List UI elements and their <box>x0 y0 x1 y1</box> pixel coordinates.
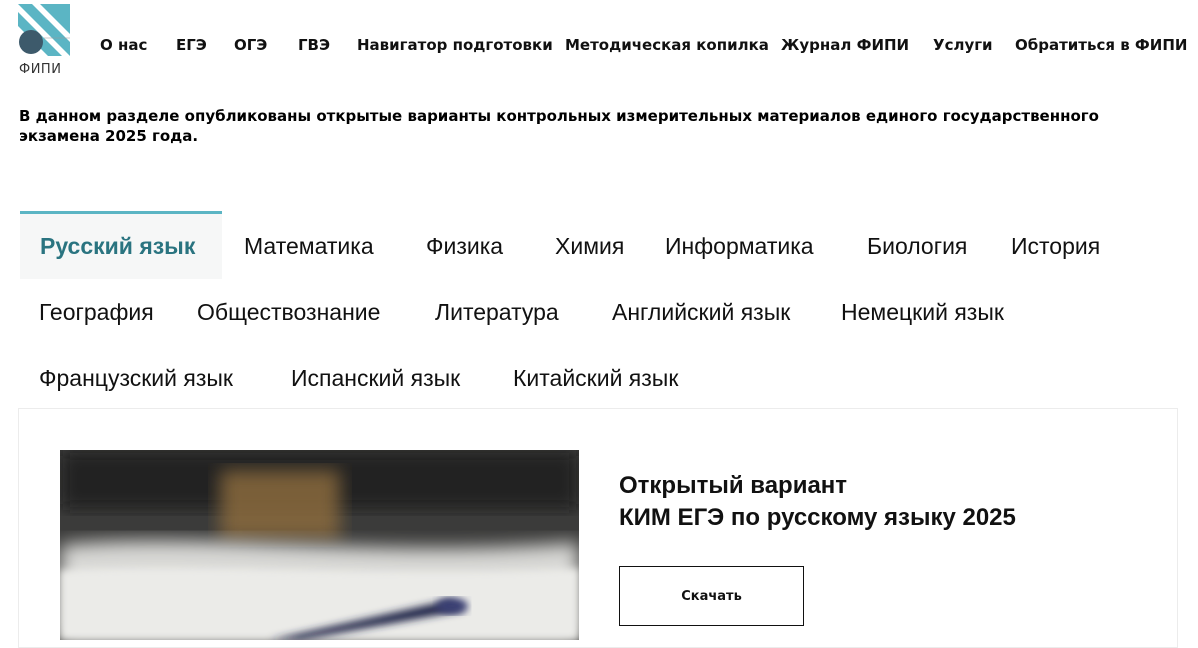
tab-german[interactable]: Немецкий язык <box>841 297 1004 327</box>
tab-literature[interactable]: Литература <box>435 297 559 327</box>
tab-physics[interactable]: Физика <box>426 231 503 261</box>
card-title: Открытый вариант КИМ ЕГЭ по русскому язы… <box>619 470 1016 534</box>
tab-chinese[interactable]: Китайский язык <box>513 363 678 393</box>
tab-math[interactable]: Математика <box>244 231 374 261</box>
tab-social-studies[interactable]: Обществознание <box>197 297 380 327</box>
tab-history[interactable]: История <box>1011 231 1100 261</box>
tab-french[interactable]: Французский язык <box>39 363 233 393</box>
tab-russian[interactable]: Русский язык <box>40 231 195 261</box>
tab-biology[interactable]: Биология <box>867 231 967 261</box>
pen-on-paper-image <box>60 450 579 640</box>
nav-item-contact[interactable]: Обратиться в ФИПИ <box>1015 34 1187 56</box>
nav-item-ege[interactable]: ЕГЭ <box>176 34 207 56</box>
card-title-line2: КИМ ЕГЭ по русскому языку 2025 <box>619 504 1016 531</box>
exam-photo <box>60 450 579 640</box>
nav-item-navigator[interactable]: Навигатор подготовки <box>357 34 553 56</box>
tab-geography[interactable]: География <box>39 297 154 327</box>
nav-item-about[interactable]: О нас <box>100 34 147 56</box>
card-title-line1: Открытый вариант <box>619 472 848 499</box>
nav-item-methodical[interactable]: Методическая копилка <box>565 34 769 56</box>
nav-item-oge[interactable]: ОГЭ <box>234 34 267 56</box>
download-button[interactable]: Скачать <box>619 566 804 626</box>
intro-text: В данном разделе опубликованы открытые в… <box>19 107 1099 145</box>
nav-item-services[interactable]: Услуги <box>933 34 993 56</box>
tab-chemistry[interactable]: Химия <box>555 231 624 261</box>
logo-text: ФИПИ <box>19 62 62 77</box>
nav-item-gve[interactable]: ГВЭ <box>298 34 330 56</box>
main-nav: О нас ЕГЭ ОГЭ ГВЭ Навигатор подготовки М… <box>0 34 1198 56</box>
tab-spanish[interactable]: Испанский язык <box>291 363 460 393</box>
tab-informatics[interactable]: Информатика <box>665 231 814 261</box>
tab-english[interactable]: Английский язык <box>612 297 790 327</box>
nav-item-journal[interactable]: Журнал ФИПИ <box>781 34 909 56</box>
